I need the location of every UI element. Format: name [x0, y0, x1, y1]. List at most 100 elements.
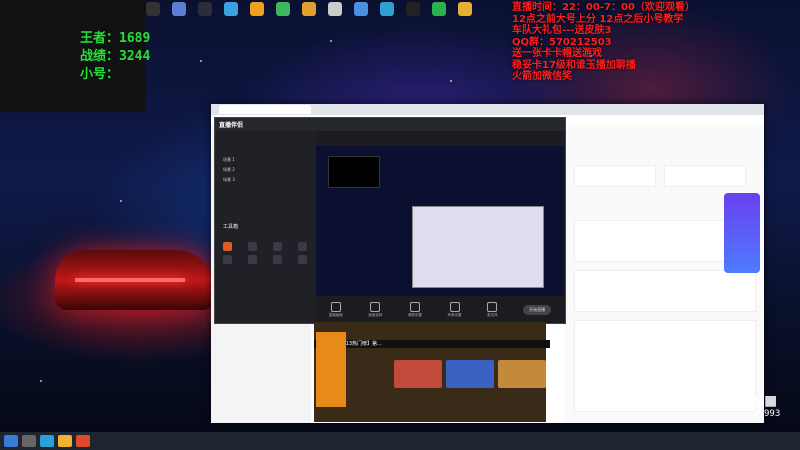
- bottom-tool[interactable]: 声音设置: [447, 301, 462, 318]
- desktop-icon[interactable]: [348, 0, 374, 26]
- streaming-app-window[interactable]: 直播伴侣 场景 1 场景 2 场景 3 工具箱 直播画面 画面选择 美颜设置 声…: [214, 117, 566, 324]
- promo-banner[interactable]: [724, 193, 760, 273]
- tool-icon: [273, 242, 282, 251]
- tool-item[interactable]: [215, 242, 240, 251]
- tool-icon: [273, 255, 282, 264]
- tool-icon: [223, 242, 232, 251]
- toolbox-label: 工具箱: [223, 224, 239, 230]
- info-line: 车队大礼包---送皮肤3: [512, 25, 612, 36]
- site-nav-card[interactable]: [664, 165, 746, 187]
- tool-item[interactable]: [290, 255, 315, 264]
- explorer-icon[interactable]: [58, 435, 72, 447]
- qq-icon: [458, 2, 472, 16]
- live-thumbnail[interactable]: [446, 360, 494, 388]
- info-line: 送一张卡卡帽送游戏: [512, 48, 602, 59]
- stats-line-xiaohao: 小号：: [80, 67, 120, 82]
- tool-item[interactable]: [265, 255, 290, 264]
- go-live-button[interactable]: 开始直播: [523, 304, 552, 315]
- bottom-tool[interactable]: 画面选择: [368, 301, 382, 318]
- star: [200, 60, 202, 62]
- tool-item[interactable]: [265, 242, 290, 251]
- beauty-icon: [409, 301, 420, 312]
- star: [120, 200, 122, 202]
- stats-overlay: 王者：1689 战绩：3244 小号：: [80, 30, 150, 84]
- desktop-icon[interactable]: [166, 0, 192, 26]
- live-header: 【2025-07-13热门榜】第...: [314, 340, 550, 348]
- browser-tab-bar: [211, 104, 764, 115]
- info-line: 火箭加微信奖: [512, 71, 572, 82]
- promo-side-banner[interactable]: [316, 332, 346, 407]
- desktop-icon[interactable]: [452, 0, 478, 26]
- music-icon: [302, 2, 316, 16]
- site-nav-card[interactable]: [574, 165, 656, 187]
- desktop-icon[interactable]: [426, 0, 452, 26]
- game-icon: [198, 2, 212, 16]
- live-thumbnail[interactable]: [394, 360, 442, 388]
- live-thumbnail[interactable]: [498, 360, 546, 388]
- search-icon[interactable]: [22, 435, 36, 447]
- stats-line-zhanji: 战绩：3244: [80, 49, 151, 64]
- desktop-icon[interactable]: [218, 0, 244, 26]
- bottom-tool[interactable]: 直播画面: [328, 301, 343, 318]
- watermark-count: 286993: [747, 409, 781, 419]
- streaming-app-icon[interactable]: [76, 435, 90, 447]
- car-light: [75, 278, 185, 282]
- scene-list: 场景 1 场景 2 场景 3 工具箱: [223, 157, 238, 230]
- desktop-icon[interactable]: [374, 0, 400, 26]
- stream-info-overlay: 直播时间：22：00-7：00（欢迎观看） 12点之前大号上分 12点之后小号教…: [512, 2, 695, 83]
- tool-icon: [248, 242, 257, 251]
- tool-item[interactable]: [240, 242, 265, 251]
- desktop-icon[interactable]: [296, 0, 322, 26]
- folder-icon: [250, 2, 264, 16]
- tool-icon: [298, 242, 307, 251]
- scene-item[interactable]: 场景 2: [223, 167, 238, 173]
- edge-icon[interactable]: [40, 435, 54, 447]
- start-icon[interactable]: [4, 435, 18, 447]
- star: [330, 40, 332, 42]
- screen-icon: [330, 301, 341, 312]
- tool-item[interactable]: [215, 255, 240, 264]
- scene-item[interactable]: 场景 1: [223, 157, 238, 163]
- desktop-icons: [140, 0, 478, 26]
- sound-icon: [449, 301, 460, 312]
- app-sidebar: 场景 1 场景 2 场景 3 工具箱: [215, 131, 315, 323]
- tool-item[interactable]: [290, 242, 315, 251]
- info-line: 直播时间：22：00-7：00（欢迎观看）: [512, 2, 695, 13]
- wechat-icon: [432, 2, 446, 16]
- desktop-icon[interactable]: [270, 0, 296, 26]
- scene-item[interactable]: 场景 3: [223, 177, 238, 183]
- site-right-panel: [564, 125, 764, 423]
- desktop-icon[interactable]: [322, 0, 348, 26]
- info-line: 稳妥卡17级和谁玉播加聊播: [512, 59, 636, 71]
- cloud-icon: [354, 2, 368, 16]
- chat-icon: [224, 2, 238, 16]
- desktop-icon[interactable]: [244, 0, 270, 26]
- chat-line: [0, 25, 145, 27]
- player-icon: [380, 2, 394, 16]
- bottom-tool-label: 麦克风: [487, 312, 498, 317]
- desktop-icon[interactable]: [192, 0, 218, 26]
- browser-tab[interactable]: [219, 105, 311, 114]
- tool-grid: [215, 242, 315, 264]
- star: [450, 80, 452, 82]
- desktop-icon[interactable]: [140, 0, 166, 26]
- video-icon: [276, 2, 290, 16]
- tool-item[interactable]: [240, 255, 265, 264]
- platform-watermark: ■■ 286993: [741, 393, 787, 431]
- bottom-tool-label: 声音设置: [447, 312, 462, 317]
- bottom-tool-label: 美颜设置: [407, 312, 422, 317]
- bottom-tool[interactable]: 麦克风: [487, 301, 498, 318]
- info-line: QQ群：570212503: [512, 36, 612, 48]
- bottom-tool-label: 直播画面: [328, 312, 343, 317]
- chat-card: [574, 320, 756, 412]
- stats-line-wangzhe: 王者：1689: [80, 31, 151, 46]
- mic-icon: [487, 301, 498, 312]
- bottom-tool[interactable]: 美颜设置: [407, 301, 422, 318]
- notice-card: [574, 270, 756, 312]
- app-titlebar: 直播伴侣: [215, 118, 565, 131]
- wallpaper-car: [55, 250, 215, 310]
- desktop-icon[interactable]: [400, 0, 426, 26]
- watermark-logo: ■■: [750, 393, 778, 409]
- app-bottom-toolbar: 直播画面 画面选择 美颜设置 声音设置 麦克风 开始直播: [316, 296, 564, 323]
- tool-icon: [248, 255, 257, 264]
